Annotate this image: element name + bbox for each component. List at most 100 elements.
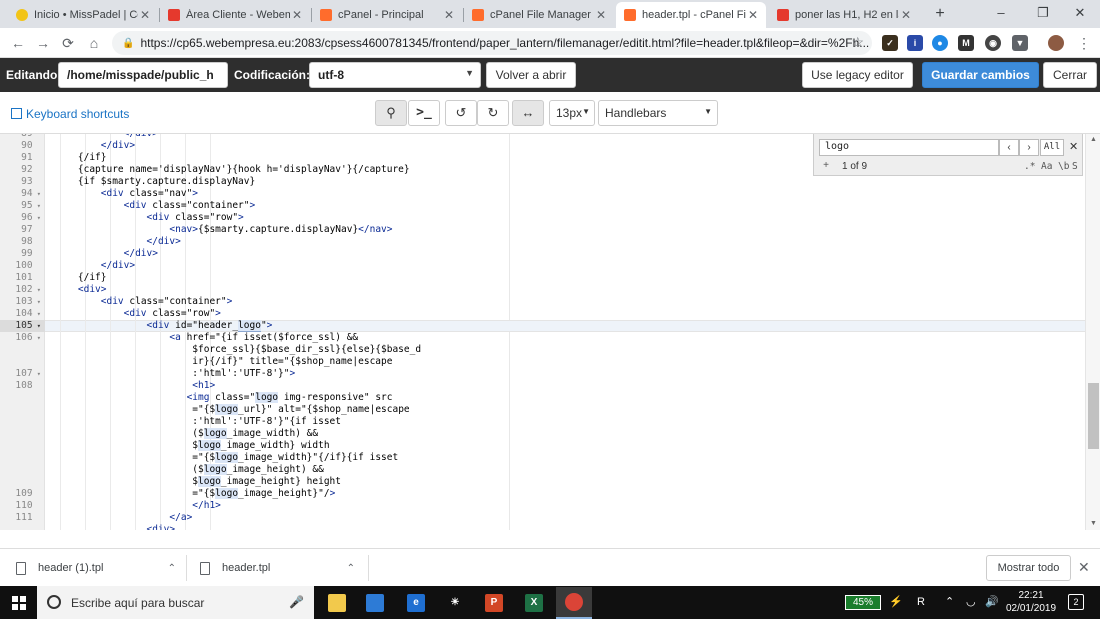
code-line[interactable]: <div> [55,524,176,530]
selection-toggle[interactable]: S [1072,161,1078,172]
code-line[interactable]: <div id="header_logo"> [55,320,272,332]
file-explorer-icon[interactable] [319,587,355,619]
browser-tab[interactable]: cPanel File Manager v3✕ [464,2,614,28]
close-tab-icon[interactable]: ✕ [594,8,608,22]
chevron-up-icon[interactable]: ⌃ [168,563,176,574]
code-line[interactable]: <nav>{$smarty.capture.displayNav}</nav> [55,224,392,236]
wrap-toggle-button[interactable]: ↔ [512,100,544,126]
close-window-button[interactable]: ✕ [1060,0,1100,28]
font-size-select[interactable]: 13px ▼ [549,100,595,126]
battery-indicator[interactable]: 45% [845,595,881,610]
code-line[interactable]: </div> [55,140,135,152]
legacy-editor-button[interactable]: Use legacy editor [802,62,913,88]
code-line[interactable]: <img class="logo img-responsive" src [55,392,393,404]
code-line[interactable]: {capture name='displayNav'}{hook h='disp… [55,164,410,176]
scroll-up-icon[interactable]: ▲ [1086,134,1100,146]
whole-word-toggle[interactable]: \b [1058,161,1069,172]
fold-arrow-icon[interactable]: ▾ [33,214,41,222]
search-button[interactable]: ⚲ [375,100,407,126]
browser-tab[interactable]: Área Cliente - Webemp ✕ [160,2,310,28]
chevron-up-icon[interactable]: ⌃ [347,563,355,574]
maximize-button[interactable]: ❐ [1023,0,1063,28]
fold-arrow-icon[interactable]: ▾ [33,310,41,318]
code-line[interactable]: </a> [55,512,192,524]
excel-icon[interactable]: X [516,587,552,619]
chrome-menu-icon[interactable]: ⋮ [1074,33,1094,53]
wifi-icon[interactable]: ◡ [966,586,976,619]
mode-select[interactable]: Handlebars ▼ [598,100,718,126]
edge-icon[interactable]: e [398,587,434,619]
forward-arrow-icon[interactable]: → [33,33,53,53]
file-path-field[interactable]: /home/misspade/public_h [58,62,228,88]
code-line[interactable]: ="{$logo_image_height}"/> [55,488,335,500]
code-line[interactable]: </div> [55,236,181,248]
code-line[interactable]: <div class="row"> [55,212,244,224]
close-tab-icon[interactable]: ✕ [138,8,152,22]
browser-tab[interactable]: cPanel - Principal ✕ [312,2,462,28]
search-input[interactable]: logo [819,139,999,156]
fold-arrow-icon[interactable]: ▾ [33,370,41,378]
code-editor[interactable]: 89 90 91 92 93 94 ▾95 ▾96 ▾97 98 99 100 … [0,134,1100,530]
toggle-replace-button[interactable]: + [819,160,833,173]
extension-6[interactable]: ▼ [1012,35,1028,51]
goto-line-button[interactable]: >_ [408,100,440,126]
code-line[interactable]: {/if} [55,152,107,164]
store-icon[interactable] [357,587,393,619]
regex-toggle[interactable]: .* [1024,161,1035,172]
back-arrow-icon[interactable]: ← [8,33,28,53]
fold-arrow-icon[interactable]: ▾ [33,202,41,210]
extension-4[interactable]: M [958,35,974,51]
code-line[interactable]: ($logo_image_width) && [55,428,318,440]
code-line[interactable]: <h1> [55,380,215,392]
keyboard-shortcuts-link[interactable]: Keyboard shortcuts [11,107,129,121]
address-bar[interactable]: 🔒 https://cp65.webempresa.eu:2083/cpsess… [112,31,872,55]
download-item[interactable]: header (1).tpl ⌃ [16,549,176,587]
volume-icon[interactable]: 🔊 [985,586,999,619]
code-line[interactable]: <div class="row"> [55,308,221,320]
tips-icon[interactable]: ☀ [437,587,473,619]
close-search-icon[interactable]: ✕ [1069,140,1078,153]
code-line[interactable]: </div> [55,248,158,260]
close-icon[interactable]: ✕ [1078,559,1090,576]
windows-start-icon[interactable] [12,596,26,610]
extension-2[interactable]: i [907,35,923,51]
code-line[interactable]: :'html':'UTF-8'}"{if isset [55,416,341,428]
save-changes-button[interactable]: Guardar cambios [922,62,1039,88]
browser-tab[interactable]: poner las H1, H2 en la h✕ [769,2,919,28]
notifications-icon[interactable]: 2 [1068,594,1084,610]
clock[interactable]: 22:21 02/01/2019 [1003,589,1059,615]
code-line[interactable]: {/if} [55,272,107,284]
fold-arrow-icon[interactable]: ▾ [33,334,41,342]
search-next-button[interactable]: › [1019,139,1039,156]
taskbar-search[interactable]: Escribe aquí para buscar 🎤 [37,586,314,619]
fold-arrow-icon[interactable]: ▾ [33,298,41,306]
show-all-button[interactable]: Mostrar todo [986,555,1071,581]
profile-avatar[interactable] [1048,35,1064,51]
case-toggle[interactable]: Aa [1041,161,1052,172]
code-line[interactable]: {if $smarty.capture.displayNav} [55,176,255,188]
microphone-icon[interactable]: 🎤 [289,595,304,609]
close-button[interactable]: Cerrar [1043,62,1097,88]
scrollbar-thumb[interactable] [1088,383,1099,449]
reload-icon[interactable]: ⟳ [58,33,78,53]
chrome-icon[interactable] [556,587,592,619]
powerpoint-icon[interactable]: P [476,587,512,619]
people-icon[interactable]: R [917,586,925,619]
encoding-select[interactable]: utf-8 ▼ [309,62,481,88]
code-line[interactable]: <div> [55,284,107,296]
close-tab-icon[interactable]: ✕ [899,8,913,22]
redo-button[interactable]: ↻ [477,100,509,126]
editor-scrollbar[interactable]: ▲ ▼ [1085,134,1100,530]
bookmark-star-icon[interactable]: ☆ [851,34,864,51]
extension-3[interactable]: ● [932,35,948,51]
home-icon[interactable]: ⌂ [84,33,104,53]
search-all-button[interactable]: All [1040,139,1064,156]
code-line[interactable]: :'html':'UTF-8'}"> [55,368,295,380]
code-line[interactable]: $force_ssl}{$base_dir_ssl}{else}{$base_d [55,344,421,356]
extension-5[interactable]: ◉ [985,35,1001,51]
chevron-up-icon[interactable]: ⌃ [945,586,954,619]
close-tab-icon[interactable]: ✕ [442,8,456,22]
minimize-button[interactable]: – [981,0,1021,28]
code-line[interactable]: <div class="nav"> [55,188,198,200]
code-line[interactable]: <div class="container"> [55,296,233,308]
